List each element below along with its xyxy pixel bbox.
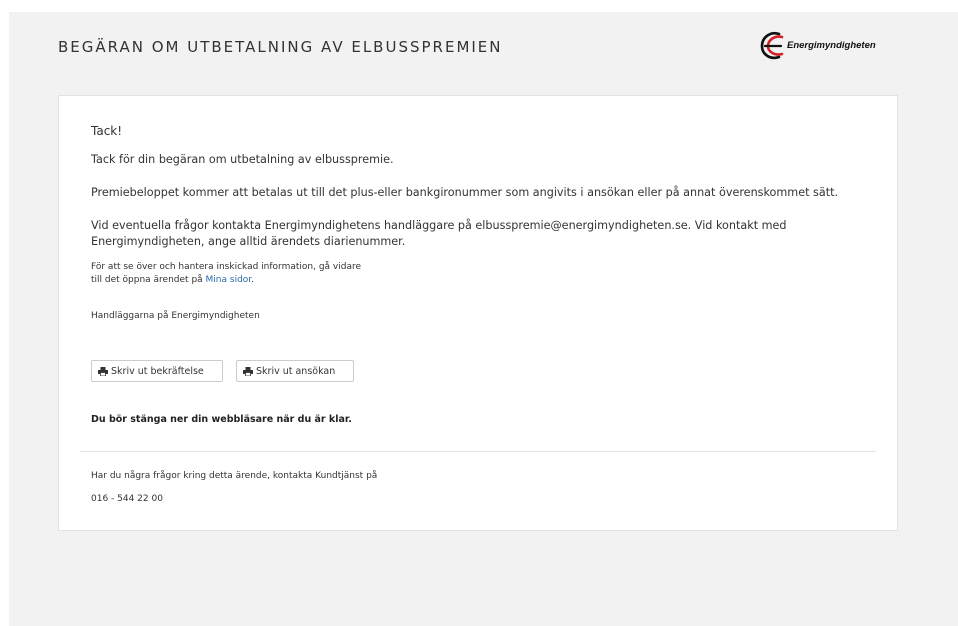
info-text-line1: För att se över och hantera inskickad in…: [91, 262, 362, 272]
close-browser-note: Du bör stänga ner din webbläsare när du …: [91, 414, 352, 425]
logo-text: Energimyndigheten: [787, 40, 876, 51]
thanks-paragraph: Tack för din begäran om utbetalning av e…: [91, 153, 394, 166]
energimyndigheten-logo: Energimyndigheten: [757, 29, 907, 63]
confirmation-heading: Tack!: [91, 124, 123, 138]
page-background: BEGÄRAN OM UTBETALNING AV ELBUSSPREMIEN …: [9, 12, 958, 626]
confirmation-card: Tack! Tack för din begäran om utbetalnin…: [58, 95, 898, 531]
contact-paragraph: Vid eventuella frågor kontakta Energimyn…: [91, 219, 787, 248]
info-text-prefix: till det öppna ärendet på: [91, 275, 206, 285]
printer-icon: [243, 366, 253, 376]
support-phone: 016 - 544 22 00: [91, 494, 163, 504]
printer-icon: [98, 366, 108, 376]
print-confirmation-label: Skriv ut bekräftelse: [111, 365, 204, 377]
page-title: BEGÄRAN OM UTBETALNING AV ELBUSSPREMIEN: [58, 38, 503, 56]
info-text-suffix: .: [251, 275, 255, 285]
support-contact-text: Har du några frågor kring detta ärende, …: [91, 471, 378, 481]
print-application-label: Skriv ut ansökan: [256, 365, 336, 377]
energimyndigheten-logo-icon: [760, 31, 784, 60]
print-application-button[interactable]: Skriv ut ansökan: [236, 360, 354, 382]
payout-paragraph: Premiebeloppet kommer att betalas ut til…: [91, 186, 839, 199]
print-confirmation-button[interactable]: Skriv ut bekräftelse: [91, 360, 223, 382]
info-text-line2: till det öppna ärendet på Mina sidor.: [91, 274, 254, 286]
divider: [80, 451, 876, 452]
mina-sidor-link[interactable]: Mina sidor: [206, 275, 252, 285]
signature: Handläggarna på Energimyndigheten: [91, 311, 260, 321]
